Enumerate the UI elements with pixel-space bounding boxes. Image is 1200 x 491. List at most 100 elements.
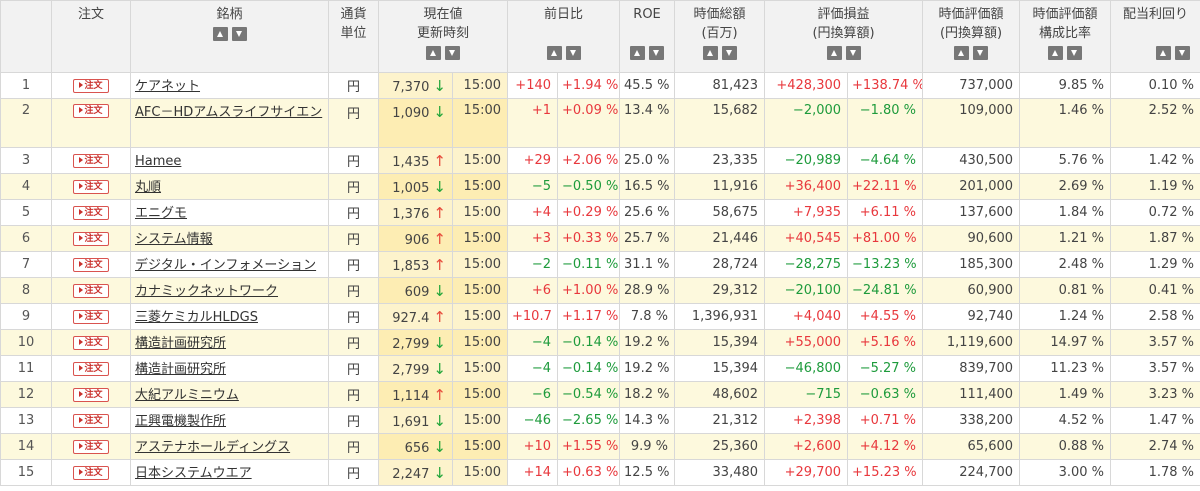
currency-cell: 円: [328, 147, 379, 174]
update-time-cell: 15:00: [451, 303, 509, 330]
stock-name-cell: エニグモ: [130, 199, 329, 226]
sort-desc-icon[interactable]: [1175, 46, 1191, 60]
row-index: 14: [0, 433, 52, 460]
stock-name-link[interactable]: 丸順: [135, 180, 161, 195]
stock-name-cell: 構造計画研究所: [130, 355, 329, 382]
pl-cell: −20,989: [764, 147, 849, 174]
dividend-yield-cell: 3.57 %: [1110, 355, 1200, 382]
stock-name-link[interactable]: Hamee: [135, 154, 181, 169]
market-value-cell: 201,000: [922, 173, 1021, 200]
header-value: 時価評価額 (円換算額): [922, 0, 1021, 73]
sort-asc-icon[interactable]: [702, 46, 718, 60]
stock-name-link[interactable]: アステナホールディングス: [135, 440, 290, 455]
market-value-cell: 737,000: [922, 72, 1021, 99]
header-mktcap: 時価総額 (百万): [674, 0, 766, 73]
order-button[interactable]: 注文: [73, 361, 109, 376]
pl-pct-cell: +81.00 %: [847, 225, 924, 252]
order-button[interactable]: 注文: [73, 309, 109, 324]
dividend-yield-cell: 0.10 %: [1110, 72, 1200, 99]
sort-asc-icon[interactable]: [426, 46, 441, 60]
sort-desc-icon[interactable]: [231, 27, 247, 41]
play-icon: [79, 469, 84, 475]
sort-asc-icon[interactable]: [1156, 46, 1172, 60]
order-button[interactable]: 注文: [73, 231, 109, 246]
current-price-cell: 656 ↓: [378, 433, 453, 460]
order-button[interactable]: 注文: [73, 465, 109, 480]
order-button[interactable]: 注文: [73, 205, 109, 220]
order-button[interactable]: 注文: [73, 78, 109, 93]
stock-name-link[interactable]: 正興電機製作所: [135, 414, 226, 429]
sort-asc-icon[interactable]: [546, 46, 562, 60]
order-button[interactable]: 注文: [73, 335, 109, 350]
change-pct-cell: +2.06 %: [557, 147, 621, 174]
stock-name-link[interactable]: カナミックネットワーク: [135, 284, 278, 299]
order-button[interactable]: 注文: [73, 257, 109, 272]
sort-desc-icon[interactable]: [973, 46, 989, 60]
stock-name-link[interactable]: AFC－HDアムスライフサイエン: [135, 105, 322, 120]
sort-desc-icon[interactable]: [565, 46, 581, 60]
sort-desc-icon[interactable]: [845, 46, 861, 60]
stock-name-link[interactable]: ケアネット: [135, 79, 200, 94]
sort-asc-icon[interactable]: [212, 27, 228, 41]
sort-asc-icon[interactable]: [1048, 46, 1064, 60]
row-index: 15: [0, 459, 52, 486]
table-row: 2 注文 AFC－HDアムスライフサイエン円 1,090 ↓ 15:00 +1 +0.09 %…: [0, 98, 1200, 148]
stock-name-link[interactable]: 日本システムウエア: [135, 466, 252, 481]
weight-cell: 11.23 %: [1019, 355, 1112, 382]
sort-desc-icon[interactable]: [721, 46, 737, 60]
order-button[interactable]: 注文: [73, 283, 109, 298]
market-cap-cell: 21,446: [674, 225, 766, 252]
currency-cell: 円: [328, 381, 379, 408]
current-price-cell: 906 ↑: [378, 225, 453, 252]
sort-asc-icon[interactable]: [954, 46, 970, 60]
table-row: 6 注文 システム情報 円 906 ↑ 15:00 +3 +0.33 % 25.7 % 21,446…: [0, 225, 1200, 252]
update-time-cell: 15:00: [451, 251, 509, 278]
order-button[interactable]: 注文: [73, 387, 109, 402]
sort-asc-icon[interactable]: [826, 46, 842, 60]
weight-cell: 4.52 %: [1019, 407, 1112, 434]
stock-name-link[interactable]: エニグモ: [135, 206, 187, 221]
pl-pct-cell: −5.27 %: [847, 355, 924, 382]
table-row: 1 注文 ケアネット 円 7,370 ↓ 15:00 +140 +1.94 % 45.5 % 81,…: [0, 72, 1200, 99]
sort-desc-icon[interactable]: [1067, 46, 1083, 60]
arrow-up-icon: ↑: [433, 255, 446, 274]
current-price-cell: 1,090 ↓: [378, 98, 453, 148]
stock-name-link[interactable]: デジタル・インフォメーション: [135, 258, 316, 273]
order-button[interactable]: 注文: [73, 153, 109, 168]
stock-name-link[interactable]: 三菱ケミカルHLDGS: [135, 310, 258, 325]
dividend-yield-cell: 2.52 %: [1110, 98, 1200, 148]
sort-asc-icon[interactable]: [630, 46, 646, 60]
order-button[interactable]: 注文: [73, 439, 109, 454]
current-price-cell: 927.4 ↑: [378, 303, 453, 330]
change-pct-cell: +1.17 %: [557, 303, 621, 330]
arrow-down-icon: ↓: [433, 411, 446, 430]
stock-name-link[interactable]: 大紀アルミニウム: [135, 388, 239, 403]
header-yield: 配当利回り: [1110, 0, 1200, 73]
market-cap-cell: 29,312: [674, 277, 766, 304]
market-cap-cell: 21,312: [674, 407, 766, 434]
sort-desc-icon[interactable]: [649, 46, 665, 60]
roe-cell: 14.3 %: [619, 407, 676, 434]
order-button[interactable]: 注文: [73, 413, 109, 428]
stock-name-link[interactable]: 構造計画研究所: [135, 336, 226, 351]
row-index: 5: [0, 199, 52, 226]
order-button[interactable]: 注文: [73, 179, 109, 194]
arrow-down-icon: ↓: [433, 177, 446, 196]
dividend-yield-cell: 1.47 %: [1110, 407, 1200, 434]
sort-desc-icon[interactable]: [445, 46, 460, 60]
order-button[interactable]: 注文: [73, 103, 109, 118]
stock-name-link[interactable]: システム情報: [135, 232, 213, 247]
update-time-cell: 15:00: [451, 277, 509, 304]
pl-cell: +4,040: [764, 303, 849, 330]
update-time-cell: 15:00: [451, 433, 509, 460]
roe-cell: 28.9 %: [619, 277, 676, 304]
market-cap-cell: 81,423: [674, 72, 766, 99]
table-row: 9 注文 三菱ケミカルHLDGS 円 927.4 ↑ 15:00 +10.7 +1.17 % 7.…: [0, 303, 1200, 330]
roe-cell: 25.6 %: [619, 199, 676, 226]
current-price-cell: 2,799 ↓: [378, 355, 453, 382]
arrow-down-icon: ↓: [433, 333, 446, 352]
play-icon: [79, 287, 84, 293]
weight-cell: 0.81 %: [1019, 277, 1112, 304]
stock-name-cell: 日本システムウエア: [130, 459, 329, 486]
stock-name-link[interactable]: 構造計画研究所: [135, 362, 226, 377]
